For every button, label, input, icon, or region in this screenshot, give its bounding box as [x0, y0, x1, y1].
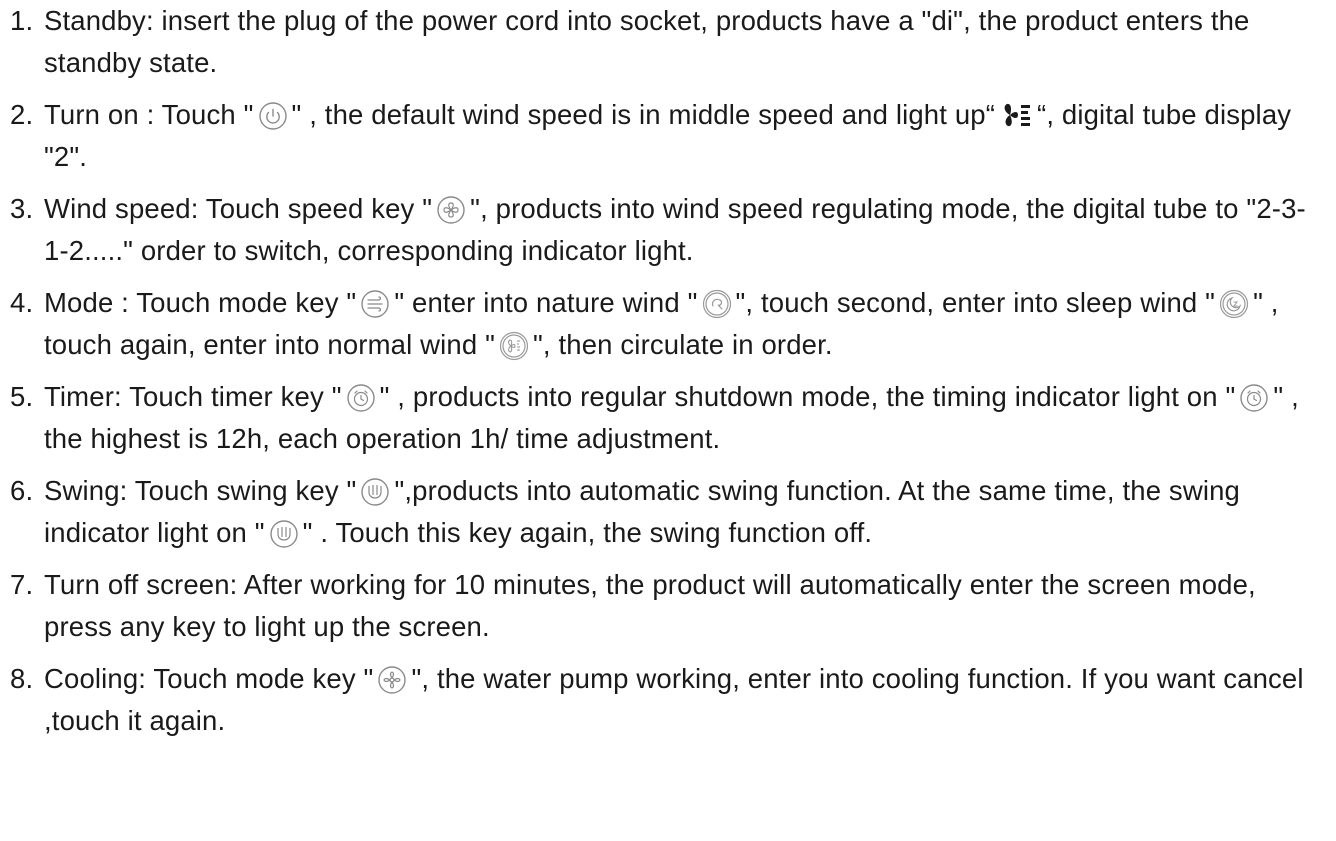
item-text: Wind speed: Touch speed key ": [44, 193, 433, 224]
list-item-cooling: 8. Cooling: Touch mode key " ", the water…: [10, 658, 1330, 742]
swing-icon: [360, 477, 390, 507]
item-number: 4.: [10, 287, 34, 318]
list-item-swing: 6. Swing: Touch swing key " ",products in…: [10, 470, 1330, 554]
item-number: 1.: [10, 5, 34, 36]
list-item-standby: 1. Standby: insert the plug of the power…: [10, 0, 1330, 84]
fan-speed-icon: [436, 195, 466, 225]
item-text: ", touch second, enter into sleep wind ": [735, 287, 1216, 318]
item-number: 7.: [10, 569, 34, 600]
item-text: Turn on : Touch ": [44, 99, 254, 130]
mode-icon: [360, 289, 390, 319]
swing-indicator-icon: [269, 519, 299, 549]
item-number: 8.: [10, 663, 34, 694]
item-text: Standby: insert the plug of the power co…: [44, 5, 1250, 78]
instructions-list: 1. Standby: insert the plug of the power…: [10, 0, 1330, 752]
item-text: " , the default wind speed is in middle …: [291, 99, 996, 130]
item-text: Mode : Touch mode key ": [44, 287, 357, 318]
timer-icon: [346, 383, 376, 413]
item-text: Swing: Touch swing key ": [44, 475, 357, 506]
item-text: ", then circulate in order.: [533, 329, 833, 360]
list-item-turn-off-screen: 7. Turn off screen: After working for 10…: [10, 564, 1330, 648]
cooling-icon: [377, 665, 407, 695]
item-number: 3.: [10, 193, 34, 224]
item-text: " , products into regular shutdown mode,…: [379, 381, 1236, 412]
item-text: " . Touch this key again, the swing func…: [302, 517, 873, 548]
item-number: 6.: [10, 475, 34, 506]
sleep-wind-icon: [1219, 289, 1249, 319]
normal-wind-icon: [499, 331, 529, 361]
list-item-wind-speed: 3. Wind speed: Touch speed key " ", produ…: [10, 188, 1330, 272]
nature-wind-icon: [702, 289, 732, 319]
item-number: 5.: [10, 381, 34, 412]
item-text: " enter into nature wind ": [394, 287, 698, 318]
item-number: 2.: [10, 99, 34, 130]
list-item-mode: 4. Mode : Touch mode key " " enter into n…: [10, 282, 1330, 366]
timer-indicator-icon: [1239, 383, 1269, 413]
power-icon: [258, 101, 288, 131]
list-item-turn-on: 2. Turn on : Touch " " , the default wind…: [10, 94, 1330, 178]
list-item-timer: 5. Timer: Touch timer key " " , products …: [10, 376, 1330, 460]
fan-speed-indicator-icon: [1001, 101, 1031, 129]
item-text: Cooling: Touch mode key ": [44, 663, 374, 694]
item-text: Timer: Touch timer key ": [44, 381, 342, 412]
item-text: Turn off screen: After working for 10 mi…: [44, 569, 1256, 642]
